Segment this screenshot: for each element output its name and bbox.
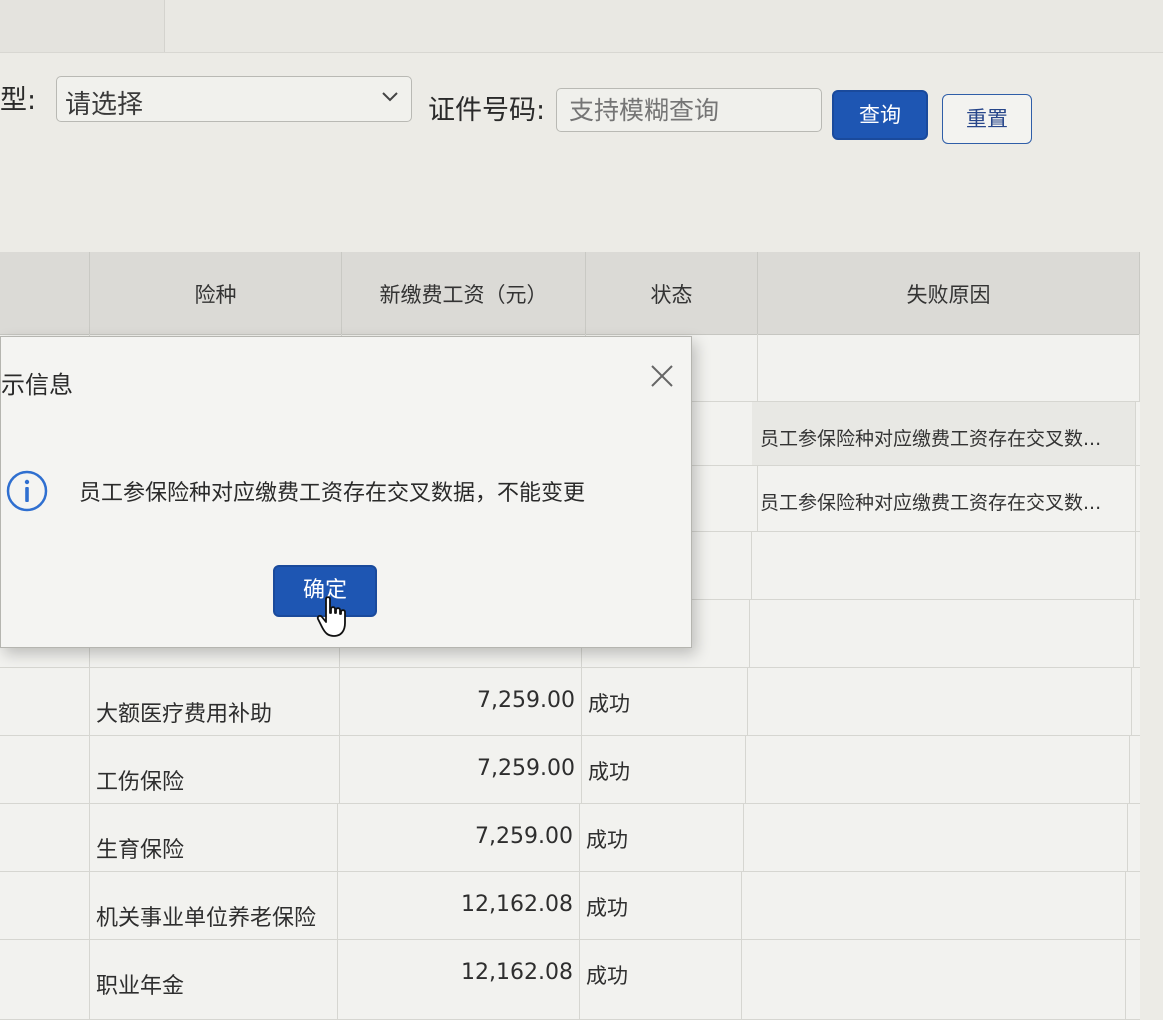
query-button[interactable]: 查询 (832, 90, 928, 140)
cell-wage: 7,259.00 (340, 668, 582, 735)
cell-status: 成功 (582, 668, 748, 735)
cell-reason (746, 736, 1130, 803)
cell-reason: 员工参保险种对应缴费工资存在交叉数... (752, 402, 1136, 465)
type-select-value: 请选择 (65, 90, 144, 120)
table-header: 险种 新缴费工资（元） 状态 失败原因 (0, 252, 1140, 335)
type-select[interactable]: 请选择 (56, 76, 412, 122)
cell-reason: 员工参保险种对应缴费工资存在交叉数... (752, 466, 1136, 531)
cell-insurance: 职业年金 (90, 940, 338, 1019)
cell-index (0, 736, 90, 803)
cell-reason (744, 804, 1128, 871)
table-row[interactable]: 生育保险 7,259.00 成功 (0, 804, 1140, 872)
reset-button[interactable]: 重置 (942, 94, 1032, 144)
cell-status: 成功 (580, 872, 742, 939)
cell-status: 成功 (580, 804, 744, 871)
cell-index (0, 668, 90, 735)
cell-reason (748, 668, 1132, 735)
cell-reason (742, 872, 1126, 939)
id-number-label: 证件号码: (428, 95, 546, 126)
header-cell-status: 状态 (586, 252, 758, 334)
cell-reason (752, 532, 1136, 599)
cell-insurance: 生育保险 (90, 804, 338, 871)
close-icon[interactable] (647, 361, 677, 391)
filter-bar: 型: 请选择 证件号码: 查询 重置 (0, 70, 1163, 144)
dialog-message: 员工参保险种对应缴费工资存在交叉数据，不能变更 (79, 481, 586, 506)
type-label: 型: (0, 85, 37, 116)
table-row[interactable]: 工伤保险 7,259.00 成功 (0, 736, 1140, 804)
cell-wage: 7,259.00 (340, 736, 582, 803)
cell-status: 成功 (580, 940, 742, 1019)
cell-wage: 12,162.08 (338, 940, 580, 1019)
cell-reason (758, 334, 1140, 401)
cell-wage: 12,162.08 (338, 872, 580, 939)
header-cell-index (0, 252, 90, 334)
cell-insurance: 工伤保险 (90, 736, 340, 803)
info-icon (6, 470, 48, 512)
dialog-title: 示信息 (1, 371, 73, 399)
cell-reason (742, 940, 1126, 1019)
chevron-down-icon (382, 92, 398, 102)
tab-stub[interactable] (0, 0, 165, 52)
cell-wage: 7,259.00 (338, 804, 580, 871)
cell-insurance: 大额医疗费用补助 (90, 668, 340, 735)
table-row[interactable]: 大额医疗费用补助 7,259.00 成功 (0, 668, 1140, 736)
hand-pointer-icon (316, 596, 346, 637)
header-cell-reason: 失败原因 (758, 252, 1140, 334)
cell-status: 成功 (582, 736, 746, 803)
cell-index (0, 940, 90, 1019)
header-cell-insurance: 险种 (90, 252, 342, 334)
header-cell-wage: 新缴费工资（元） (342, 252, 586, 334)
cell-insurance: 机关事业单位养老保险 (90, 872, 338, 939)
top-tab-bar (0, 0, 1163, 53)
table-row[interactable]: 职业年金 12,162.08 成功 (0, 940, 1140, 1020)
cell-index (0, 872, 90, 939)
table-row[interactable]: 机关事业单位养老保险 12,162.08 成功 (0, 872, 1140, 940)
id-number-input[interactable] (556, 88, 822, 132)
cell-reason (750, 600, 1134, 667)
cell-index (0, 804, 90, 871)
